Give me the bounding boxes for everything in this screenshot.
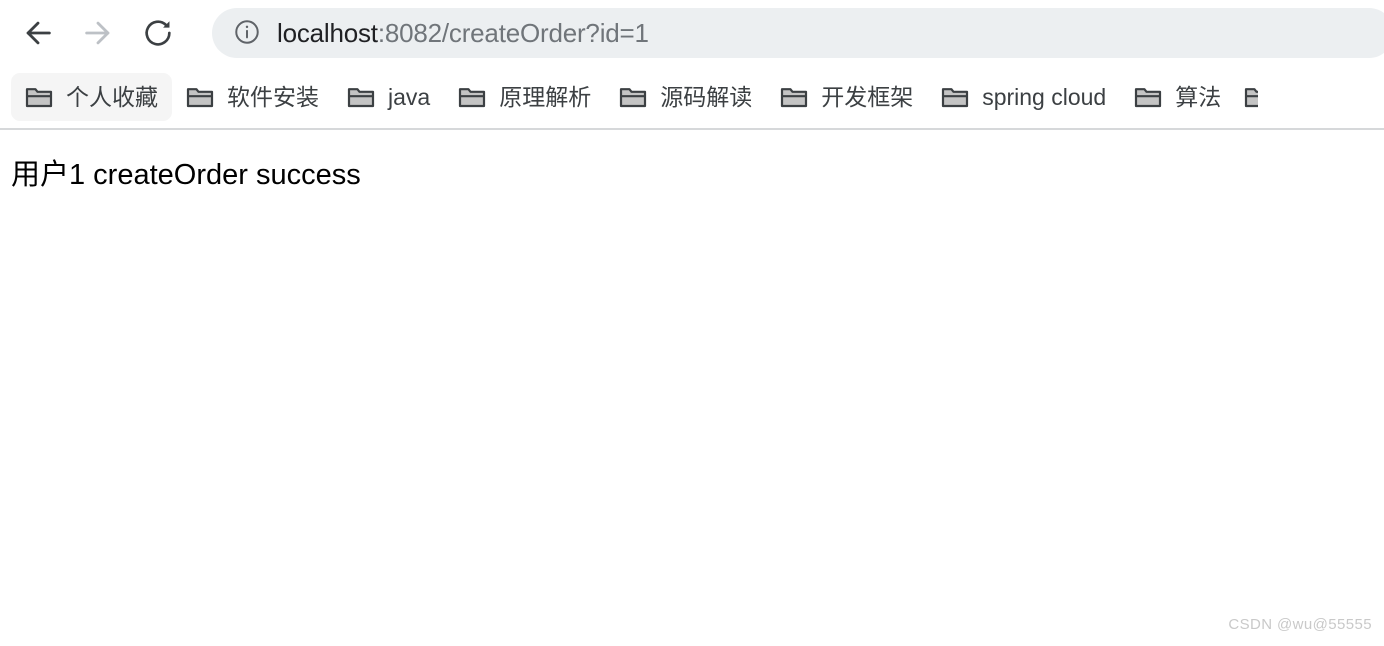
watermark: CSDN @wu@55555 bbox=[1228, 616, 1372, 633]
bookmark-item[interactable]: 原理解析 bbox=[444, 73, 605, 121]
url-host: localhost bbox=[277, 18, 378, 48]
browser-chrome: localhost:8082/createOrder?id=1 个人收藏 软件安装… bbox=[0, 0, 1384, 130]
info-circle-icon bbox=[233, 18, 261, 49]
folder-icon bbox=[458, 85, 486, 109]
bookmark-item[interactable]: java bbox=[333, 73, 444, 121]
reload-button[interactable] bbox=[136, 11, 180, 55]
bookmark-item[interactable]: spring cloud bbox=[927, 73, 1120, 121]
site-info-button[interactable] bbox=[232, 18, 262, 48]
bookmarks-bar: 个人收藏 软件安装 java 原理解析 源码解读 开发框架 spring cloud 算法 bbox=[0, 66, 1384, 130]
reload-icon bbox=[142, 17, 174, 49]
folder-icon bbox=[619, 85, 647, 109]
arrow-right-icon bbox=[81, 16, 115, 50]
url-text[interactable]: localhost:8082/createOrder?id=1 bbox=[277, 18, 649, 48]
folder-icon bbox=[186, 85, 214, 109]
arrow-left-icon bbox=[21, 16, 55, 50]
folder-icon bbox=[780, 85, 808, 109]
url-path: :8082/createOrder?id=1 bbox=[377, 18, 649, 48]
back-button[interactable] bbox=[16, 11, 60, 55]
bookmark-label: 个人收藏 bbox=[66, 84, 158, 110]
bookmark-label: 开发框架 bbox=[821, 84, 914, 110]
bookmark-label: 原理解析 bbox=[499, 84, 592, 110]
page-body-text: 用户1 createOrder success bbox=[11, 159, 361, 191]
bookmark-label: java bbox=[388, 84, 431, 110]
bookmark-label: 软件安装 bbox=[227, 84, 319, 110]
forward-button[interactable] bbox=[76, 11, 120, 55]
folder-icon bbox=[941, 85, 969, 109]
bookmark-label: spring cloud bbox=[982, 84, 1107, 110]
folder-icon bbox=[1134, 85, 1162, 109]
page-content: 用户1 createOrder success CSDN @wu@55555 bbox=[0, 136, 1384, 646]
address-bar[interactable]: localhost:8082/createOrder?id=1 bbox=[212, 8, 1384, 58]
bookmark-item[interactable] bbox=[1235, 73, 1259, 121]
folder-icon bbox=[347, 85, 375, 109]
browser-toolbar: localhost:8082/createOrder?id=1 bbox=[0, 0, 1384, 66]
folder-icon bbox=[25, 85, 53, 109]
bookmark-item[interactable]: 软件安装 bbox=[172, 73, 333, 121]
bookmark-item[interactable]: 开发框架 bbox=[766, 73, 927, 121]
bookmark-label: 源码解读 bbox=[660, 84, 753, 110]
bookmark-label: 算法 bbox=[1175, 84, 1222, 110]
folder-icon bbox=[1244, 85, 1259, 109]
bookmark-item[interactable]: 源码解读 bbox=[605, 73, 766, 121]
bookmark-item[interactable]: 算法 bbox=[1120, 73, 1235, 121]
bookmark-item[interactable]: 个人收藏 bbox=[11, 73, 172, 121]
